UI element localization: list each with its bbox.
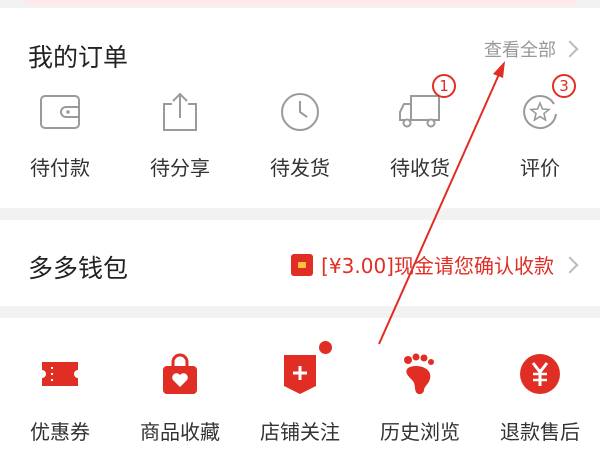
order-status-label: 待分享 [150, 156, 210, 180]
order-status-pending-shipment[interactable]: 待发货 [240, 88, 360, 181]
top-banner-edge [24, 0, 576, 5]
store-follow-icon [276, 341, 332, 398]
refund-icon [516, 350, 564, 398]
order-status-row: 待付款 待分享 待发货 1 待收货 3 评价 [0, 74, 600, 181]
notification-dot [319, 341, 332, 354]
footprint-icon [396, 350, 444, 398]
coupon-icon [36, 350, 84, 398]
orders-card: 我的订单 查看全部 待付款 待分享 待发货 1 待收货 3 评价 [0, 8, 600, 208]
tool-favorites[interactable]: 商品收藏 [120, 350, 240, 445]
wallet-cash-promo[interactable]: [¥3.00]现金请您确认收款 [291, 250, 579, 279]
top-strip [0, 0, 600, 8]
share-icon [156, 88, 204, 136]
orders-title: 我的订单 [28, 43, 129, 72]
favorite-bag-icon [156, 350, 204, 398]
order-status-review[interactable]: 3 评价 [480, 74, 600, 181]
tool-label: 商品收藏 [140, 420, 220, 444]
wallet-icon [36, 88, 84, 136]
order-status-pending-receipt[interactable]: 1 待收货 [360, 74, 480, 181]
clock-icon [276, 88, 324, 136]
tools-row: 优惠券 商品收藏 店铺关注 历史浏览 退款售后 [0, 341, 600, 445]
tool-label: 优惠券 [30, 420, 90, 444]
review-icon: 3 [516, 74, 576, 136]
tool-history[interactable]: 历史浏览 [360, 350, 480, 445]
see-all-orders-link[interactable]: 查看全部 [484, 36, 579, 62]
tools-card: 优惠券 商品收藏 店铺关注 历史浏览 退款售后 [0, 318, 600, 450]
chevron-right-icon [561, 256, 579, 273]
order-status-pending-share[interactable]: 待分享 [120, 88, 240, 181]
tool-label: 退款售后 [500, 420, 580, 444]
wallet-promo-text: [¥3.00]现金请您确认收款 [321, 254, 554, 278]
wallet-card[interactable]: 多多钱包 [¥3.00]现金请您确认收款 [0, 220, 600, 306]
order-status-label: 待付款 [30, 156, 90, 180]
truck-icon: 1 [396, 74, 456, 136]
order-status-label: 待收货 [390, 156, 450, 180]
see-all-label: 查看全部 [484, 40, 556, 61]
order-status-label: 待发货 [270, 156, 330, 180]
tool-label: 店铺关注 [260, 420, 340, 444]
tool-refund-aftersales[interactable]: 退款售后 [480, 350, 600, 445]
review-count-badge: 3 [552, 74, 576, 98]
pending-receipt-count-badge: 1 [432, 74, 456, 98]
red-envelope-icon [291, 253, 314, 276]
tool-label: 历史浏览 [380, 420, 460, 444]
tool-store-follow[interactable]: 店铺关注 [240, 341, 360, 445]
order-status-label: 评价 [520, 156, 560, 180]
chevron-right-icon [561, 40, 579, 58]
wallet-title: 多多钱包 [28, 254, 129, 283]
tool-coupons[interactable]: 优惠券 [0, 350, 120, 445]
order-status-pending-payment[interactable]: 待付款 [0, 88, 120, 181]
